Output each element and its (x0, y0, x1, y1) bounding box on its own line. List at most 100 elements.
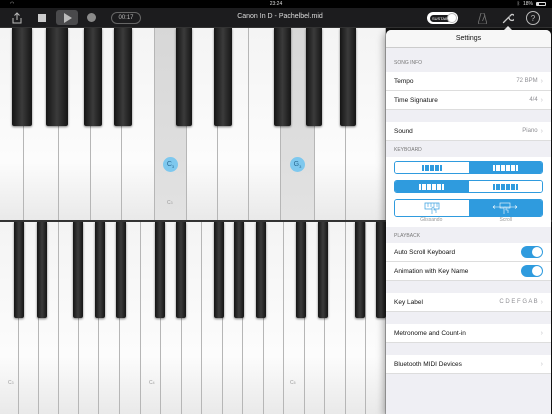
black-key[interactable] (114, 28, 132, 126)
key-label-row[interactable]: Key Label C D E F G A B › (386, 293, 551, 312)
chevron-right-icon: › (540, 77, 543, 85)
bluetooth-midi-label: Bluetooth MIDI Devices (394, 360, 462, 368)
black-key[interactable] (116, 222, 126, 318)
auto-scroll-label: Auto Scroll Keyboard (394, 248, 456, 256)
status-bar: ◠ 23:24 ᛒ 18% (0, 0, 552, 8)
large-keys-option[interactable] (395, 181, 468, 192)
time-signature-value: 4/4 (529, 97, 538, 103)
bluetooth-midi-row[interactable]: Bluetooth MIDI Devices › (386, 355, 551, 374)
sound-value: Piano (522, 128, 538, 134)
battery-percent: 18% (522, 1, 533, 7)
glissando-label: Glissando (420, 217, 443, 223)
play-icon (63, 12, 72, 23)
keyboard-icon (419, 183, 444, 190)
keyboard-size-control[interactable] (394, 180, 543, 193)
keyboard-options: Glissando Scroll (386, 157, 551, 227)
black-key[interactable] (318, 222, 328, 318)
black-key[interactable] (155, 222, 165, 318)
elapsed-time: 00:17 (111, 12, 141, 24)
black-key[interactable] (256, 222, 266, 318)
keyboard-icon (493, 164, 518, 171)
chevron-right-icon: › (540, 96, 543, 104)
song-title: Canon In D - Pachelbel.mid (237, 13, 323, 20)
sustain-toggle[interactable]: SUSTAIN (427, 12, 458, 24)
black-key[interactable] (376, 222, 386, 318)
sound-label: Sound (394, 127, 413, 135)
white-key[interactable] (264, 222, 284, 414)
octave-label: C4 (149, 380, 155, 386)
stop-button[interactable] (38, 14, 46, 22)
black-key[interactable] (37, 222, 47, 318)
song-info-header: SONG INFO (394, 60, 423, 66)
sound-row[interactable]: Sound Piano › (386, 122, 551, 141)
metronome-row[interactable]: Metronome and Count-in › (386, 324, 551, 343)
black-key[interactable] (214, 222, 224, 318)
time-signature-row[interactable]: Time Signature 4/4 › (386, 91, 551, 110)
swipe-mode-control[interactable] (394, 199, 543, 217)
black-key[interactable] (306, 28, 322, 126)
status-time: 23:24 (269, 1, 283, 7)
auto-scroll-toggle[interactable] (521, 246, 543, 258)
record-icon (87, 13, 96, 22)
metronome-icon[interactable] (476, 12, 488, 24)
tempo-label: Tempo (394, 77, 414, 85)
tempo-row[interactable]: Tempo 72 BPM › (386, 72, 551, 91)
black-key[interactable] (176, 28, 192, 126)
keyboard-icon (422, 164, 442, 171)
bluetooth-icon: ᛒ (516, 1, 520, 7)
black-key[interactable] (340, 28, 356, 126)
chevron-right-icon: › (540, 360, 543, 368)
black-key[interactable] (355, 222, 365, 318)
key-label-value: C D E F G A B (499, 299, 538, 305)
octave-label: C5 (290, 380, 296, 386)
tempo-value: 72 BPM (516, 78, 538, 84)
white-key[interactable] (325, 222, 346, 414)
record-button[interactable] (87, 13, 96, 22)
keyboard-layout-control[interactable] (394, 161, 543, 174)
black-key[interactable] (95, 222, 105, 318)
chevron-right-icon: › (540, 329, 543, 337)
small-keys-option[interactable] (468, 181, 542, 192)
time-signature-label: Time Signature (394, 96, 438, 104)
key-label-label: Key Label (394, 298, 423, 306)
octave-label: C3 (8, 380, 14, 386)
black-key[interactable] (296, 222, 306, 318)
black-key[interactable] (14, 222, 24, 318)
scroll-icon (493, 202, 518, 214)
animation-label: Animation with Key Name (394, 267, 469, 275)
black-key[interactable] (274, 28, 291, 126)
share-icon[interactable] (10, 11, 24, 25)
scroll-label: Scroll (499, 217, 512, 223)
key-name-c: C3 (167, 200, 173, 206)
glissando-icon (424, 202, 440, 214)
animation-row: Animation with Key Name (386, 262, 551, 281)
black-key[interactable] (73, 222, 83, 318)
black-key[interactable] (12, 28, 32, 126)
playback-header: PLAYBACK (394, 233, 421, 239)
single-keyboard-option[interactable] (395, 162, 469, 173)
chevron-right-icon: › (540, 127, 543, 135)
black-key[interactable] (84, 28, 102, 126)
stop-icon (38, 14, 46, 22)
note-label-c: C3 (163, 157, 178, 172)
wrench-icon[interactable] (501, 11, 515, 25)
play-button[interactable] (56, 10, 78, 25)
glissando-option[interactable] (395, 200, 469, 216)
black-key[interactable] (214, 28, 232, 126)
black-key[interactable] (234, 222, 244, 318)
help-icon[interactable]: ? (526, 11, 540, 25)
settings-title: Settings (386, 30, 551, 48)
keyboard-icon (493, 183, 518, 190)
keyboard-header: KEYBOARD (394, 147, 422, 153)
dual-keyboard-option[interactable] (468, 162, 542, 173)
toolbar: 00:17 Canon In D - Pachelbel.mid SUSTAIN… (0, 8, 552, 28)
animation-toggle[interactable] (521, 265, 543, 277)
note-label-g: G3 (290, 157, 305, 172)
black-key[interactable] (176, 222, 186, 318)
scroll-option[interactable] (468, 200, 542, 216)
black-key[interactable] (46, 28, 68, 126)
